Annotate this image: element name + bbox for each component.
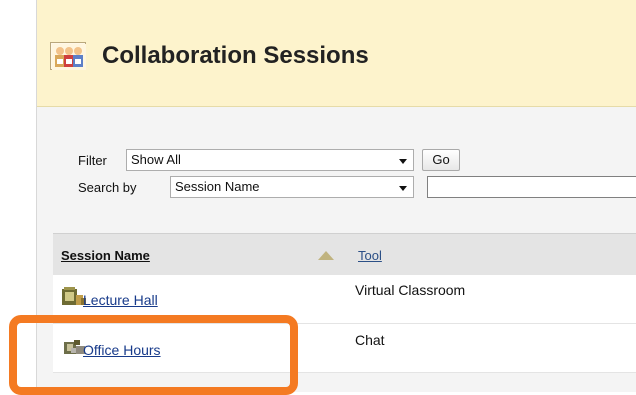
chevron-down-icon (399, 159, 407, 164)
search-by-label: Search by (78, 180, 137, 195)
chevron-down-icon (399, 186, 407, 191)
tool-cell: Chat (355, 332, 385, 348)
page-title: Collaboration Sessions (102, 42, 369, 69)
search-by-select-value: Session Name (175, 179, 260, 194)
table-header-row: Session Name Tool (53, 233, 636, 276)
search-by-select[interactable]: Session Name (170, 176, 414, 198)
page-header: Collaboration Sessions (37, 0, 636, 107)
tool-cell: Virtual Classroom (355, 282, 466, 298)
filter-select[interactable]: Show All (126, 149, 414, 171)
column-header-tool[interactable]: Tool (358, 248, 382, 263)
sort-ascending-icon[interactable] (318, 251, 334, 260)
highlight-box (9, 315, 298, 395)
collaboration-icon (50, 42, 86, 70)
session-link-lecture-hall[interactable]: Lecture Hall (83, 292, 158, 308)
filter-select-value: Show All (131, 152, 181, 167)
column-header-session-name[interactable]: Session Name (61, 248, 150, 263)
search-input[interactable] (427, 176, 636, 198)
filter-box: Filter Show All Go Search by Session Nam… (53, 130, 636, 225)
go-button[interactable]: Go (422, 149, 460, 171)
filter-label: Filter (78, 153, 107, 168)
